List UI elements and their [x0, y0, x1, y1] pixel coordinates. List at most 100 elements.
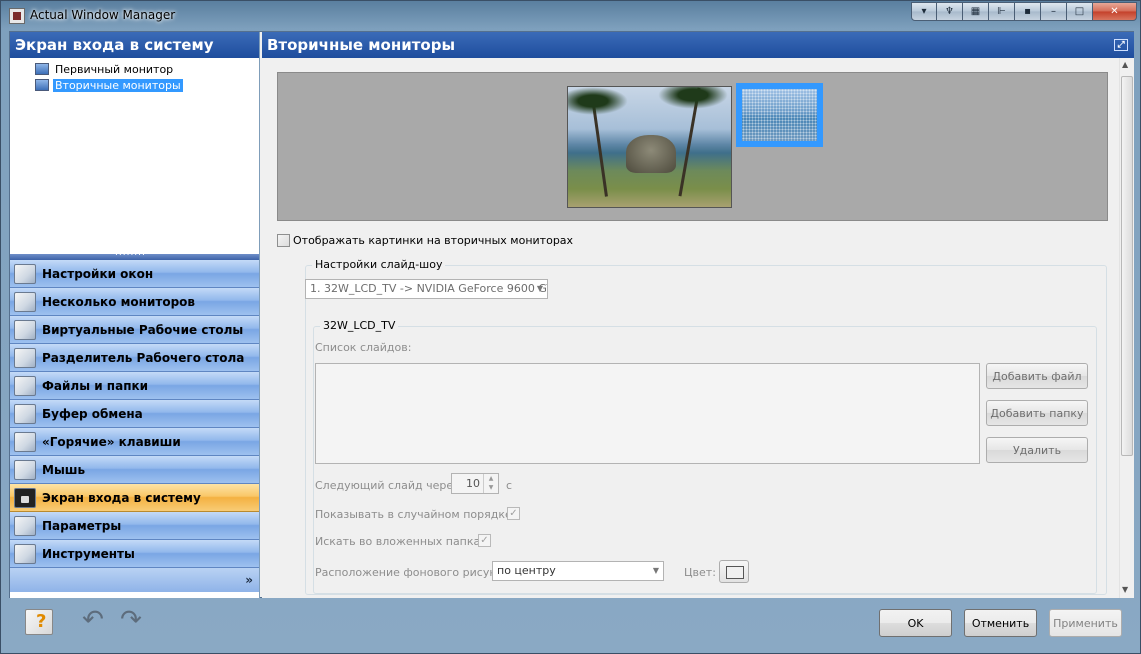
client-area: Экран входа в систему Первичный монитор … — [9, 31, 1134, 598]
bottom-bar: ↶ ↷ OK Отменить Применить — [9, 599, 1134, 647]
cancel-button[interactable]: Отменить — [964, 609, 1037, 637]
monitor-select-value: 1. 32W_LCD_TV -> NVIDIA GeForce 9600 GT — [310, 282, 548, 295]
nav-item-clipboard[interactable]: Буфер обмена — [10, 400, 259, 428]
nav-item-label: Виртуальные Рабочие столы — [42, 322, 244, 337]
nav-item-window-settings[interactable]: Настройки окон — [10, 260, 259, 288]
app-icon[interactable] — [9, 8, 25, 24]
tree-item-primary-monitor[interactable]: Первичный монитор — [35, 62, 175, 76]
nav-item-multi-monitor[interactable]: Несколько мониторов — [10, 288, 259, 316]
scrollbar-thumb[interactable] — [1121, 76, 1133, 456]
secondary-monitor-thumbnail[interactable] — [736, 83, 823, 147]
tree-item-secondary-monitors[interactable]: Вторичные мониторы — [35, 78, 183, 92]
right-panel-title: Вторичные мониторы — [267, 36, 456, 54]
nav-item-hotkeys[interactable]: «Горячие» клавиши — [10, 428, 259, 456]
nav-item-virtual-desktops[interactable]: Виртуальные Рабочие столы — [10, 316, 259, 344]
nav-item-label: Мышь — [42, 462, 86, 477]
clipboard-icon — [14, 403, 36, 424]
monitor-icon — [35, 63, 49, 75]
stepper-down-icon[interactable]: ▼ — [484, 483, 498, 492]
nav-more-button[interactable]: » — [10, 568, 259, 592]
primary-monitor-thumbnail[interactable] — [567, 86, 732, 208]
nav-item-label: Несколько мониторов — [42, 294, 196, 309]
close-icon[interactable]: ✕ — [1093, 2, 1137, 21]
left-panel-title: Экран входа в систему — [10, 32, 259, 58]
virtual-desktop-icon — [14, 319, 36, 340]
help-icon[interactable] — [25, 609, 53, 635]
undo-icon[interactable]: ↶ — [79, 607, 107, 635]
scroll-down-icon[interactable]: ▼ — [1122, 585, 1128, 594]
beach-rock-image — [626, 135, 676, 173]
search-subfolders-label: Искать во вложенных папках — [315, 535, 487, 548]
category-nav: Настройки окон Несколько мониторов Вирту… — [10, 260, 259, 592]
ok-button[interactable]: OK — [879, 609, 952, 637]
roll-up-icon[interactable]: ▪ — [1015, 2, 1041, 21]
nav-item-logon-screen[interactable]: Экран входа в систему — [10, 484, 259, 512]
right-panel-header: Вторичные мониторы ⤢ — [262, 32, 1134, 58]
nav-item-label: Экран входа в систему — [42, 490, 201, 505]
caption-buttons: ▾ ♆ ▦ ⊩ ▪ – □ ✕ — [911, 2, 1137, 22]
color-label: Цвет: — [684, 566, 716, 579]
chevron-down-icon: ▼ — [536, 284, 543, 293]
slides-list-label: Список слайдов: — [315, 341, 412, 354]
scroll-up-icon[interactable]: ▲ — [1122, 60, 1128, 69]
nav-item-options[interactable]: Параметры — [10, 512, 259, 540]
window-settings-icon — [14, 263, 36, 284]
expand-icon[interactable]: ⤢ — [1114, 39, 1128, 51]
keyboard-icon — [14, 431, 36, 452]
title-bar[interactable]: Actual Window Manager ▾ ♆ ▦ ⊩ ▪ – □ ✕ — [1, 1, 1141, 31]
wallpaper-position-value: по центру — [497, 564, 556, 577]
wallpaper-position-select[interactable]: по центру ▼ — [492, 561, 664, 581]
wallpaper-position-label: Расположение фонового рисунка: — [315, 566, 514, 579]
delete-button[interactable]: Удалить — [986, 437, 1088, 463]
nav-item-desktop-divider[interactable]: Разделитель Рабочего стола — [10, 344, 259, 372]
show-pictures-checkbox[interactable] — [277, 234, 290, 247]
nav-item-files-folders[interactable]: Файлы и папки — [10, 372, 259, 400]
show-pictures-label: Отображать картинки на вторичных монитор… — [293, 234, 574, 247]
nav-item-label: Файлы и папки — [42, 378, 149, 393]
add-file-button[interactable]: Добавить файл — [986, 363, 1088, 389]
palm-frond — [568, 87, 628, 115]
left-panel: Экран входа в систему Первичный монитор … — [10, 32, 260, 598]
nav-item-label: Настройки окон — [42, 266, 154, 281]
minimize-icon[interactable]: – — [1041, 2, 1067, 21]
vertical-scrollbar[interactable]: ▲ ▼ — [1119, 58, 1134, 598]
nav-item-label: Параметры — [42, 518, 122, 533]
palm-frond — [658, 87, 728, 109]
maximize-icon[interactable]: □ — [1067, 2, 1093, 21]
monitor-preview — [277, 72, 1108, 221]
window-frame: Actual Window Manager ▾ ♆ ▦ ⊩ ▪ – □ ✕ Эк… — [0, 0, 1141, 654]
pin-icon[interactable]: ♆ — [937, 2, 963, 21]
random-order-label: Показывать в случайном порядке — [315, 508, 512, 521]
hide-to-tray-icon[interactable]: ▾ — [911, 2, 937, 21]
tree-item-label: Вторичные мониторы — [53, 78, 183, 92]
monitor-select[interactable]: 1. 32W_LCD_TV -> NVIDIA GeForce 9600 GT … — [305, 279, 548, 299]
next-slide-value: 10 — [466, 477, 480, 490]
nav-item-mouse[interactable]: Мышь — [10, 456, 259, 484]
nav-item-label: «Горячие» клавиши — [42, 434, 181, 449]
next-slide-stepper[interactable]: 10 ▲ ▼ — [451, 473, 499, 494]
stay-on-top-icon[interactable]: ⊩ — [989, 2, 1015, 21]
color-picker-button[interactable] — [719, 560, 749, 583]
multi-monitor-icon — [35, 79, 49, 91]
lock-icon — [14, 487, 36, 508]
secondary-monitor-image — [742, 89, 817, 141]
tools-icon — [14, 543, 36, 564]
add-folder-button[interactable]: Добавить папку — [986, 400, 1088, 426]
random-order-checkbox[interactable]: ✓ — [507, 507, 520, 520]
show-pictures-row[interactable]: Отображать картинки на вторичных монитор… — [277, 234, 573, 247]
nav-item-label: Буфер обмена — [42, 406, 143, 421]
apply-button[interactable]: Применить — [1049, 609, 1122, 637]
transparency-icon[interactable]: ▦ — [963, 2, 989, 21]
monitor-group-title: 32W_LCD_TV — [320, 319, 399, 332]
next-slide-unit: с — [506, 479, 513, 492]
nav-item-tools[interactable]: Инструменты — [10, 540, 259, 568]
options-icon — [14, 515, 36, 536]
nav-item-label: Разделитель Рабочего стола — [42, 350, 245, 365]
right-panel: Вторичные мониторы ⤢ Отображать картинки… — [262, 32, 1134, 598]
redo-icon[interactable]: ↷ — [117, 607, 145, 635]
stepper-buttons: ▲ ▼ — [483, 474, 498, 493]
stepper-up-icon[interactable]: ▲ — [484, 474, 498, 483]
slides-list[interactable] — [315, 363, 980, 464]
search-subfolders-checkbox[interactable]: ✓ — [478, 534, 491, 547]
slideshow-group-title: Настройки слайд-шоу — [312, 258, 446, 271]
